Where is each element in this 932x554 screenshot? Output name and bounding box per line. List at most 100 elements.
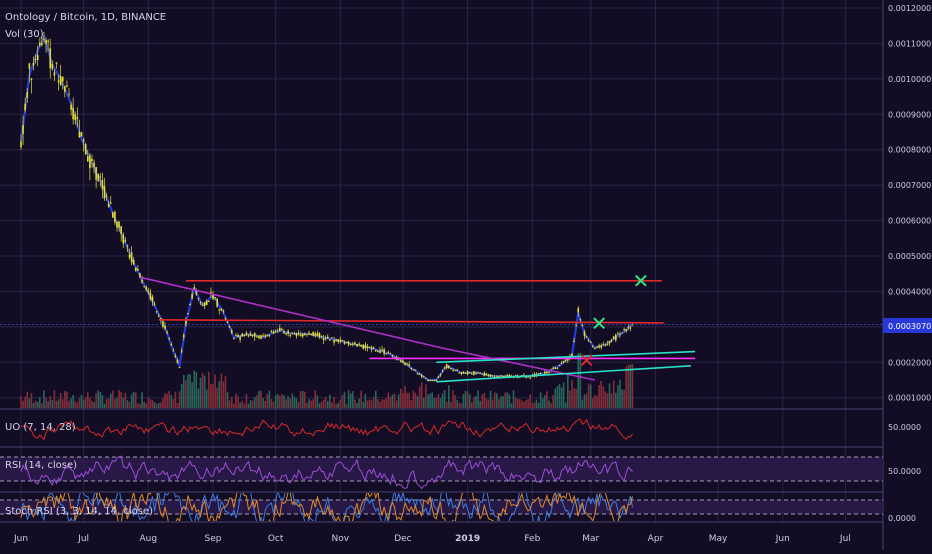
volume-bar bbox=[581, 399, 584, 408]
candle-body bbox=[189, 304, 191, 306]
volume-bar bbox=[562, 382, 565, 408]
candle-body bbox=[560, 362, 563, 364]
volume-bar bbox=[504, 392, 506, 408]
candle-body bbox=[435, 379, 438, 381]
volume-bar bbox=[32, 402, 35, 408]
volume-bar bbox=[496, 393, 498, 408]
volume-bar bbox=[614, 392, 617, 408]
volume-bar bbox=[477, 390, 479, 408]
candle-body bbox=[95, 166, 97, 180]
volume-bar bbox=[260, 390, 262, 408]
candle-body bbox=[262, 335, 264, 337]
candle-body bbox=[36, 55, 39, 60]
candle-body bbox=[420, 374, 423, 377]
candle-body bbox=[360, 344, 362, 347]
candle-body bbox=[26, 92, 29, 98]
volume-bar bbox=[34, 400, 37, 408]
candle-body bbox=[433, 379, 436, 381]
volume-bar bbox=[139, 403, 141, 408]
candle-body bbox=[293, 333, 296, 335]
time-tick-label: Sep bbox=[205, 534, 222, 544]
volume-bar bbox=[479, 400, 481, 408]
volume-bar bbox=[548, 400, 550, 408]
volume-bar bbox=[502, 396, 504, 408]
candle-body bbox=[339, 339, 342, 342]
volume-bar bbox=[185, 379, 187, 408]
signal-marker: ✕ bbox=[632, 269, 649, 293]
candle-body bbox=[272, 331, 275, 334]
volume-bar bbox=[352, 391, 354, 408]
volume-bar bbox=[617, 385, 619, 408]
candle-body bbox=[266, 335, 269, 337]
candle-body bbox=[329, 339, 331, 341]
volume-bar bbox=[489, 390, 492, 408]
volume-bar bbox=[247, 403, 250, 408]
volume-bar bbox=[537, 402, 540, 408]
candle-body bbox=[134, 267, 137, 271]
candle-body bbox=[32, 63, 35, 66]
volume-bar bbox=[266, 393, 269, 408]
volume-bar bbox=[57, 399, 60, 408]
volume-bar bbox=[324, 396, 327, 408]
candle-body bbox=[608, 341, 611, 344]
time-tick-label: Mar bbox=[582, 534, 599, 544]
candle-body bbox=[191, 294, 193, 299]
volume-bar bbox=[245, 393, 248, 408]
candle-body bbox=[147, 290, 150, 293]
candle-body bbox=[212, 295, 214, 300]
candle-body bbox=[276, 331, 279, 333]
candle-body bbox=[30, 78, 33, 80]
time-tick-label: Apr bbox=[648, 534, 664, 544]
volume-bar bbox=[105, 398, 108, 408]
volume-bar bbox=[66, 391, 68, 408]
candle-body bbox=[402, 360, 404, 363]
candle-body bbox=[596, 346, 598, 348]
volume-bar bbox=[134, 392, 137, 408]
volume-bar bbox=[297, 402, 300, 408]
volume-bar bbox=[38, 397, 41, 408]
volume-bar bbox=[468, 394, 471, 408]
volume-bar bbox=[564, 402, 567, 408]
candle-body bbox=[170, 344, 173, 346]
candle-body bbox=[130, 252, 133, 263]
volume-bar bbox=[483, 392, 486, 408]
candle-body bbox=[97, 173, 100, 181]
candle-body bbox=[506, 375, 509, 377]
volume-bar bbox=[594, 395, 596, 408]
chart-svg: ✕✕✕ 0.00010000.00020000.00030000.0004000… bbox=[0, 0, 932, 550]
candle-body bbox=[387, 352, 390, 354]
candle-body bbox=[539, 372, 542, 374]
volume-bar bbox=[385, 398, 388, 408]
volume-bar bbox=[439, 398, 442, 408]
candle-body bbox=[239, 336, 241, 340]
volume-bar bbox=[268, 390, 271, 408]
volume-bar bbox=[243, 403, 246, 408]
candle-body bbox=[287, 330, 289, 335]
volume-bar bbox=[335, 403, 337, 408]
volume-bar bbox=[575, 388, 577, 408]
volume-bar bbox=[141, 392, 143, 408]
candle-body bbox=[34, 59, 37, 61]
volume-bar bbox=[431, 392, 433, 408]
volume-bar bbox=[404, 386, 406, 408]
volume-bar bbox=[604, 391, 607, 408]
candle-body bbox=[439, 374, 442, 376]
volume-bar bbox=[218, 380, 221, 408]
candle-body bbox=[228, 326, 231, 328]
volume-bar bbox=[45, 397, 47, 408]
volume-bar bbox=[189, 374, 191, 408]
candle-body bbox=[214, 297, 216, 299]
volume-bar bbox=[498, 399, 500, 408]
candle-body bbox=[124, 240, 127, 242]
candle-body bbox=[218, 309, 221, 311]
volume-bar bbox=[487, 399, 490, 408]
candle-body bbox=[602, 344, 605, 346]
candle-body bbox=[126, 245, 129, 247]
candle-body bbox=[137, 269, 139, 271]
time-tick-label: Nov bbox=[332, 534, 350, 544]
candle-body bbox=[241, 333, 244, 337]
candle-body bbox=[247, 335, 250, 337]
volume-bar bbox=[28, 398, 31, 408]
candle-body bbox=[318, 332, 321, 338]
volume-bar bbox=[552, 395, 554, 408]
